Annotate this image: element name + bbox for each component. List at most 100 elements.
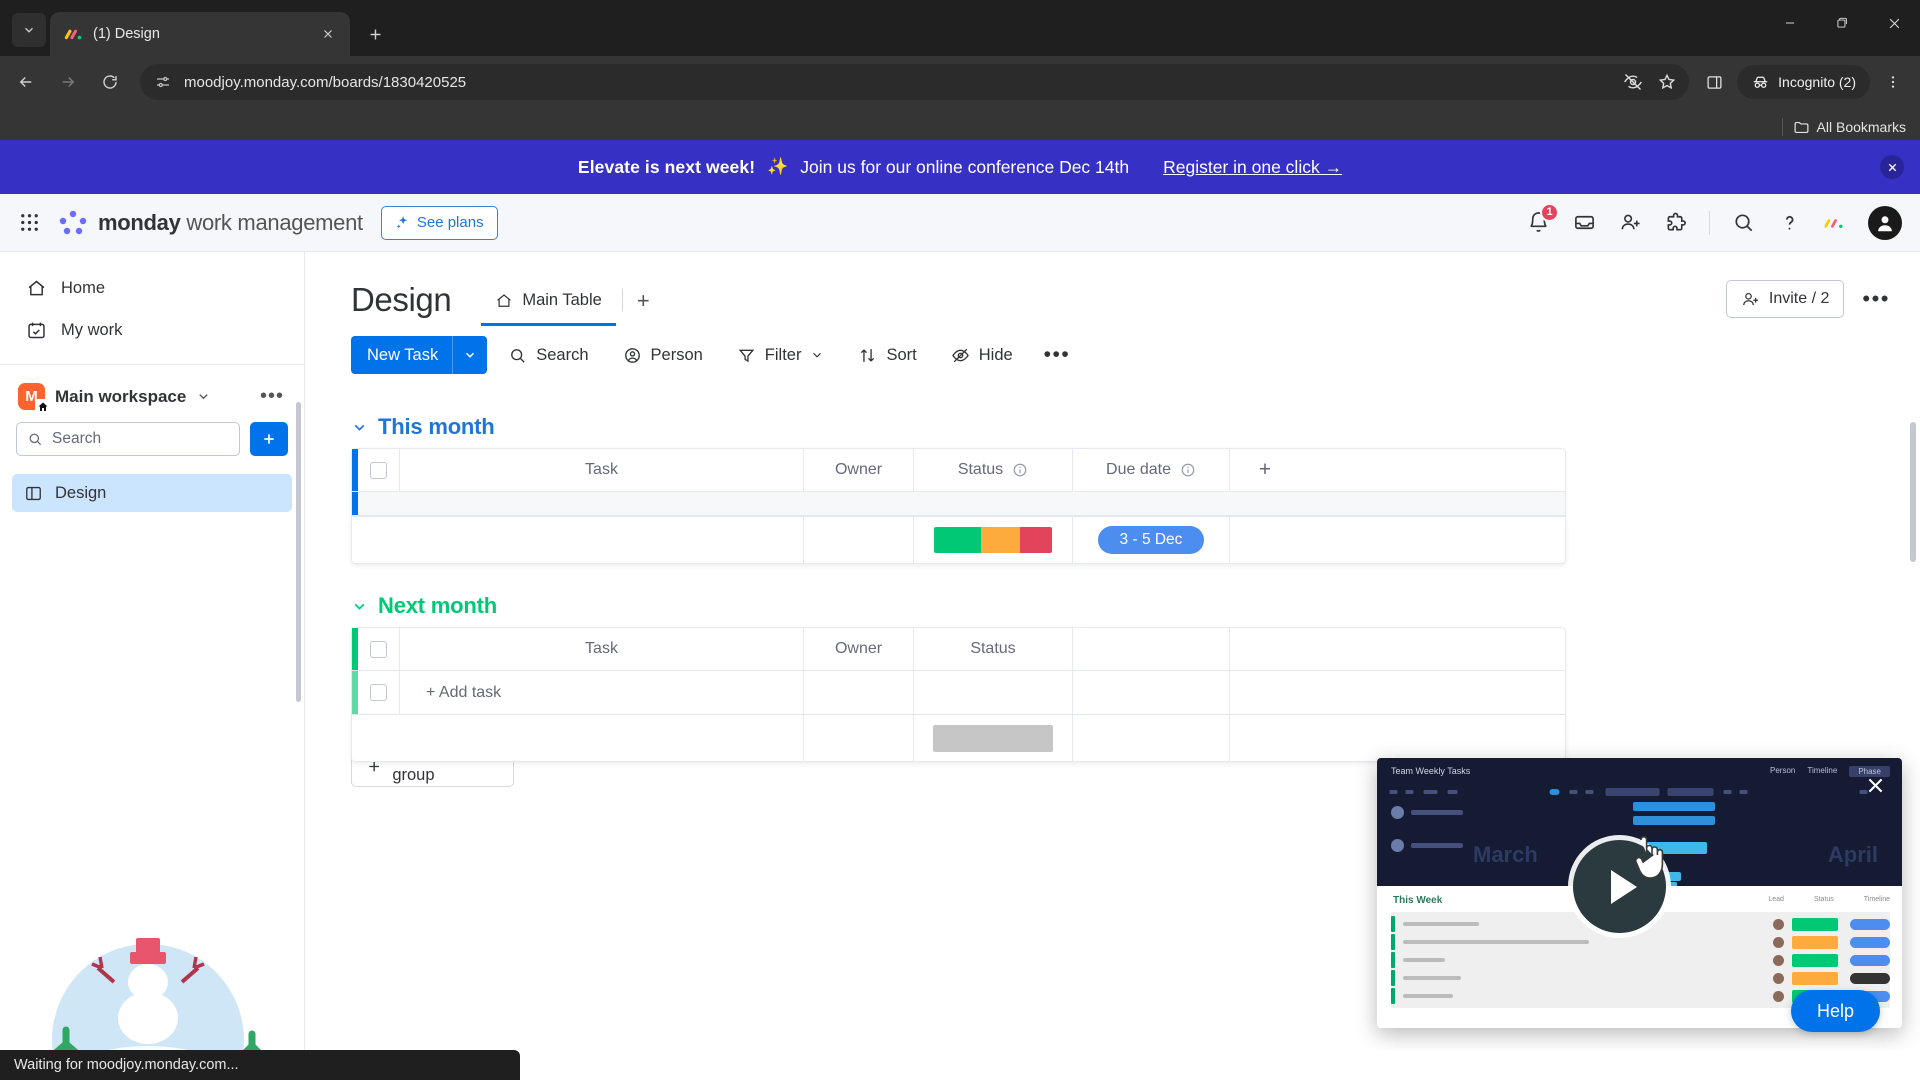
- column-header-due-date[interactable]: [1073, 628, 1230, 670]
- checkbox[interactable]: [370, 640, 387, 658]
- add-column-button[interactable]: +: [1230, 449, 1300, 491]
- window-close-button[interactable]: [1868, 0, 1920, 46]
- workspace-more-button[interactable]: •••: [260, 385, 290, 408]
- column-header-task[interactable]: Task: [400, 628, 804, 670]
- column-header-owner[interactable]: Owner: [804, 628, 914, 670]
- board-more-button[interactable]: •••: [1856, 286, 1896, 312]
- reload-button[interactable]: [90, 62, 130, 102]
- add-column-button[interactable]: [1230, 628, 1300, 670]
- all-bookmarks-button[interactable]: All Bookmarks: [1793, 119, 1906, 136]
- column-header-status[interactable]: Status: [914, 628, 1073, 670]
- toolbar-button-label: Person: [650, 345, 703, 364]
- incognito-profile-button[interactable]: Incognito (2): [1737, 65, 1870, 99]
- group-header[interactable]: Next month: [351, 577, 1920, 627]
- sidebar-item-home[interactable]: Home: [10, 268, 294, 308]
- invite-button[interactable]: Invite / 2: [1725, 280, 1845, 318]
- workspace-selector[interactable]: M Main workspace •••: [0, 365, 304, 422]
- search-icon[interactable]: [1730, 210, 1756, 236]
- forward-button[interactable]: [48, 62, 88, 102]
- sort-button[interactable]: Sort: [845, 337, 929, 373]
- sidebar-item-my-work[interactable]: My work: [10, 310, 294, 350]
- apps-marketplace-icon[interactable]: [1663, 210, 1689, 236]
- sidebar-item-design[interactable]: Design: [12, 474, 292, 512]
- column-header-status[interactable]: Status: [914, 449, 1073, 491]
- help-button[interactable]: Help: [1790, 990, 1880, 1032]
- window-maximize-button[interactable]: [1816, 0, 1868, 46]
- column-header-due-date[interactable]: Due date: [1073, 449, 1230, 491]
- sidebar-item-label: My work: [61, 320, 123, 339]
- avatar[interactable]: [1868, 205, 1902, 240]
- add-task-cell[interactable]: + Add task: [400, 671, 804, 714]
- hide-button[interactable]: Hide: [938, 337, 1026, 373]
- summary-status-cell[interactable]: [914, 517, 1073, 563]
- filter-button[interactable]: Filter: [724, 337, 838, 373]
- column-header-owner[interactable]: Owner: [804, 449, 914, 491]
- column-header-task[interactable]: Task: [400, 449, 804, 491]
- monday-mini-logo-icon[interactable]: [1822, 210, 1848, 236]
- address-bar[interactable]: moodjoy.monday.com/boards/1830420525: [140, 64, 1690, 100]
- tab-main-table[interactable]: Main Table: [481, 291, 616, 326]
- checkbox[interactable]: [370, 684, 387, 701]
- chevron-down-icon[interactable]: [810, 348, 824, 362]
- video-board-title: Team Weekly Tasks: [1391, 766, 1471, 776]
- promo-close-icon[interactable]: [1880, 155, 1904, 179]
- chevron-down-icon[interactable]: [196, 389, 211, 404]
- notifications-bell-icon[interactable]: 1: [1525, 202, 1559, 236]
- toolbar-more-button[interactable]: •••: [1032, 343, 1083, 367]
- tab-close-icon[interactable]: [316, 22, 340, 46]
- person-button[interactable]: Person: [610, 337, 716, 373]
- summary-due-date-cell[interactable]: [1073, 715, 1230, 761]
- video-col-timeline: Timeline: [1863, 896, 1890, 903]
- site-settings-icon[interactable]: [154, 73, 172, 91]
- chevron-down-icon[interactable]: [453, 348, 487, 362]
- inbox-icon[interactable]: [1571, 210, 1597, 236]
- video-promo-overlay[interactable]: Team Weekly Tasks Person Timeline Phase: [1377, 758, 1902, 1028]
- main-scrollbar[interactable]: [1910, 422, 1916, 562]
- product-logo[interactable]: monday work management: [58, 210, 363, 236]
- promo-register-link[interactable]: Register in one click →: [1163, 157, 1342, 178]
- search-input[interactable]: Search: [16, 422, 240, 456]
- video-menu-timeline: Timeline: [1807, 766, 1838, 775]
- apps-grid-icon[interactable]: [0, 211, 58, 234]
- tab-search-dropdown-button[interactable]: [12, 13, 46, 47]
- row-accent: [1391, 952, 1395, 968]
- bookmark-star-icon[interactable]: [1657, 72, 1677, 92]
- table-row[interactable]: + Add task: [352, 671, 1565, 714]
- chevron-down-icon[interactable]: [351, 419, 368, 436]
- back-button[interactable]: [6, 62, 46, 102]
- row-checkbox-cell[interactable]: [358, 671, 400, 714]
- summary-due-date-cell[interactable]: 3 - 5 Dec: [1073, 517, 1230, 563]
- video-section-title: This Week: [1393, 895, 1443, 906]
- checkbox[interactable]: [370, 461, 387, 479]
- summary-status-cell[interactable]: [914, 715, 1073, 761]
- help-question-icon[interactable]: [1776, 210, 1802, 236]
- group-header[interactable]: This month: [351, 398, 1920, 448]
- close-icon[interactable]: [1862, 772, 1888, 798]
- tracking-protection-icon[interactable]: [1623, 72, 1643, 92]
- info-icon[interactable]: [1012, 462, 1028, 478]
- chrome-menu-button[interactable]: [1876, 65, 1910, 99]
- row-status-cell[interactable]: [914, 671, 1073, 714]
- info-icon[interactable]: [1180, 462, 1196, 478]
- board-group-next-month: Next month Task Owner Status + Add task: [305, 577, 1920, 762]
- side-panel-button[interactable]: [1697, 65, 1731, 99]
- add-board-button[interactable]: [250, 422, 288, 456]
- select-all-cell[interactable]: [358, 449, 400, 491]
- search-icon: [511, 348, 525, 363]
- see-plans-button[interactable]: See plans: [380, 205, 498, 240]
- summary-owner-cell: [804, 715, 914, 761]
- row-owner-cell[interactable]: [804, 671, 914, 714]
- new-task-button[interactable]: New Task: [351, 336, 488, 374]
- select-all-cell[interactable]: [358, 628, 400, 670]
- sidebar-scrollbar[interactable]: [296, 402, 301, 702]
- window-minimize-button[interactable]: [1764, 0, 1816, 46]
- new-tab-button[interactable]: [358, 17, 392, 51]
- chevron-down-icon[interactable]: [351, 598, 368, 615]
- invite-member-icon[interactable]: [1617, 210, 1643, 236]
- promo-headline: Elevate is next week!: [577, 156, 756, 177]
- search-button[interactable]: Search: [495, 337, 601, 373]
- app-header: monday work management See plans 1: [0, 194, 1920, 252]
- add-view-button[interactable]: +: [625, 290, 662, 326]
- browser-tab[interactable]: (1) Design: [50, 12, 350, 56]
- row-due-date-cell[interactable]: [1073, 671, 1230, 714]
